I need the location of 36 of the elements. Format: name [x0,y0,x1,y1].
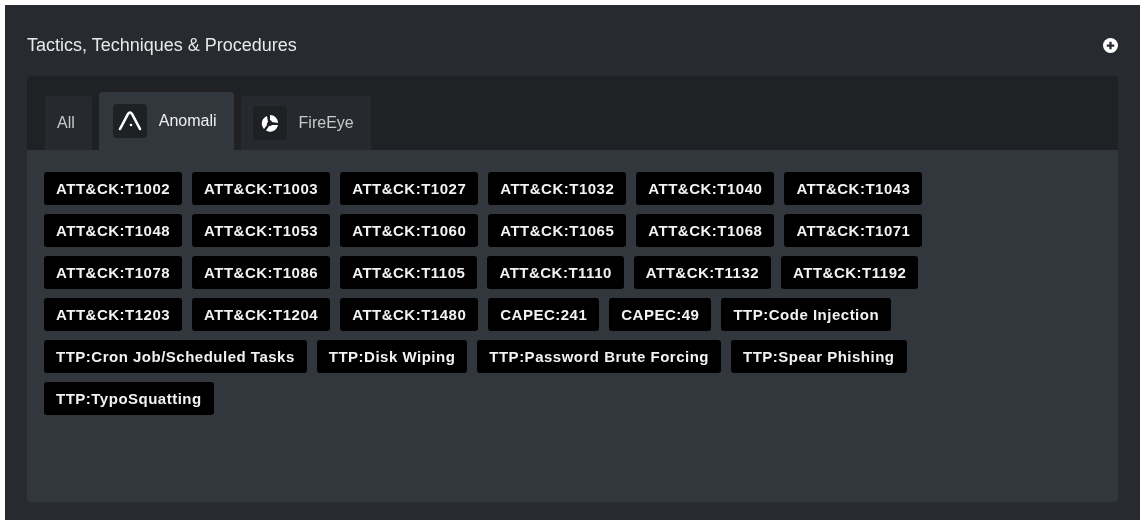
ttp-tag[interactable]: ATT&CK:T1086 [192,256,331,289]
fireeye-logo-icon [252,106,287,140]
ttp-tag[interactable]: ATT&CK:T1480 [340,298,479,331]
source-tab[interactable]: Anomali [98,92,234,150]
panel-title: Tactics, Techniques & Procedures [27,35,297,56]
ttp-tag[interactable]: TTP:Password Brute Forcing [477,340,721,373]
ttp-tag[interactable]: TTP:Disk Wiping [316,340,468,373]
ttp-tag[interactable]: ATT&CK:T1043 [784,172,923,205]
ttp-tag[interactable]: ATT&CK:T1040 [636,172,775,205]
ttp-tag[interactable]: ATT&CK:T1204 [192,298,331,331]
ttp-tag[interactable]: ATT&CK:T1065 [488,214,627,247]
source-tab[interactable]: All [45,96,92,150]
ttp-tag[interactable]: ATT&CK:T1060 [340,214,479,247]
ttp-tag[interactable]: TTP:Cron Job/Scheduled Tasks [44,340,307,373]
ttp-tag[interactable]: ATT&CK:T1032 [488,172,627,205]
add-icon[interactable] [1103,38,1118,53]
ttp-tag[interactable]: ATT&CK:T1002 [44,172,183,205]
ttp-tag[interactable]: TTP:TypoSquatting [44,382,214,415]
ttp-tag[interactable]: CAPEC:49 [609,298,712,331]
ttp-tag[interactable]: ATT&CK:T1053 [192,214,331,247]
ttp-tag[interactable]: ATT&CK:T1110 [487,256,624,289]
ttp-tag[interactable]: ATT&CK:T1078 [44,256,183,289]
ttp-tag[interactable]: TTP:Code Injection [721,298,892,331]
ttp-tag[interactable]: ATT&CK:T1048 [44,214,183,247]
ttp-tag[interactable]: ATT&CK:T1003 [192,172,331,205]
ttp-tag[interactable]: TTP:Spear Phishing [731,340,907,373]
ttp-tag[interactable]: ATT&CK:T1068 [636,214,775,247]
ttp-tag[interactable]: ATT&CK:T1105 [340,256,478,289]
ttp-tag[interactable]: ATT&CK:T1027 [340,172,479,205]
anomali-logo-icon [112,104,147,138]
ttp-tag[interactable]: ATT&CK:T1071 [784,214,923,247]
ttp-tag[interactable]: ATT&CK:T1192 [781,256,919,289]
ttp-tag[interactable]: ATT&CK:T1203 [44,298,183,331]
source-tab[interactable]: FireEye [240,96,371,150]
ttp-tag[interactable]: ATT&CK:T1132 [633,256,772,289]
ttp-tag[interactable]: CAPEC:241 [488,298,600,331]
